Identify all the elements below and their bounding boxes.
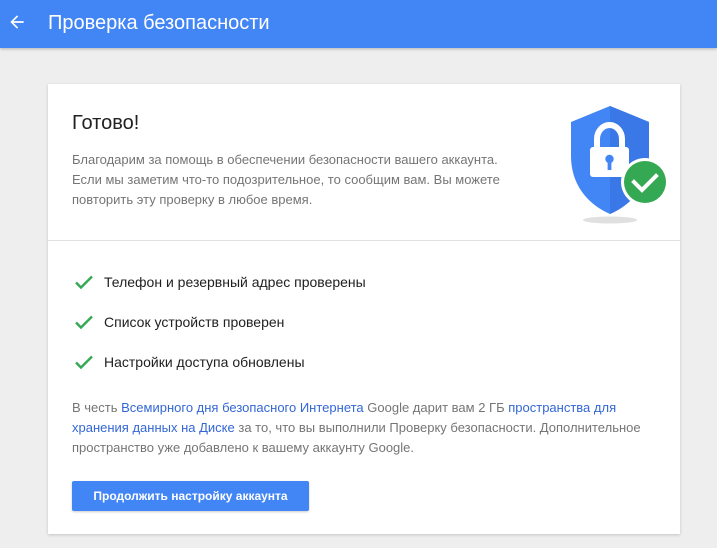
check-icon — [75, 275, 93, 290]
storage-bonus-message: В честь Всемирного дня безопасного Интер… — [72, 398, 672, 458]
done-description: Благодарим за помощь в обеспечении безоп… — [72, 152, 500, 207]
check-item-label: Список устройств проверен — [104, 314, 285, 330]
result-section: Готово! Благодарим за помощь в обеспечен… — [48, 84, 680, 241]
check-item-devices: Список устройств проверен — [72, 311, 366, 351]
security-checkup-card: Готово! Благодарим за помощь в обеспечен… — [48, 84, 680, 534]
continue-account-setup-button[interactable]: Продолжить настройку аккаунта — [72, 481, 309, 511]
completed-checks-list: Телефон и резервный адрес проверены Спис… — [72, 271, 366, 391]
page-title: Проверка безопасности — [48, 12, 270, 34]
back-button[interactable] — [4, 8, 30, 36]
bonus-text-part: В честь — [72, 400, 122, 415]
check-icon — [75, 355, 93, 370]
check-item-phone-email: Телефон и резервный адрес проверены — [72, 271, 366, 311]
done-heading: Готово! — [72, 112, 140, 134]
check-item-label: Настройки доступа обновлены — [104, 354, 305, 370]
check-item-label: Телефон и резервный адрес проверены — [104, 274, 366, 290]
bonus-text-part: Google дарит вам 2 ГБ — [363, 400, 509, 415]
check-icon — [75, 315, 93, 330]
safer-internet-day-link[interactable]: Всемирного дня безопасного Интернета — [121, 400, 364, 415]
arrow-back-icon[interactable] — [7, 12, 27, 32]
check-item-access-settings: Настройки доступа обновлены — [72, 351, 366, 391]
app-bar: Проверка безопасности — [0, 0, 717, 48]
shield-lock-check-icon — [571, 106, 669, 224]
